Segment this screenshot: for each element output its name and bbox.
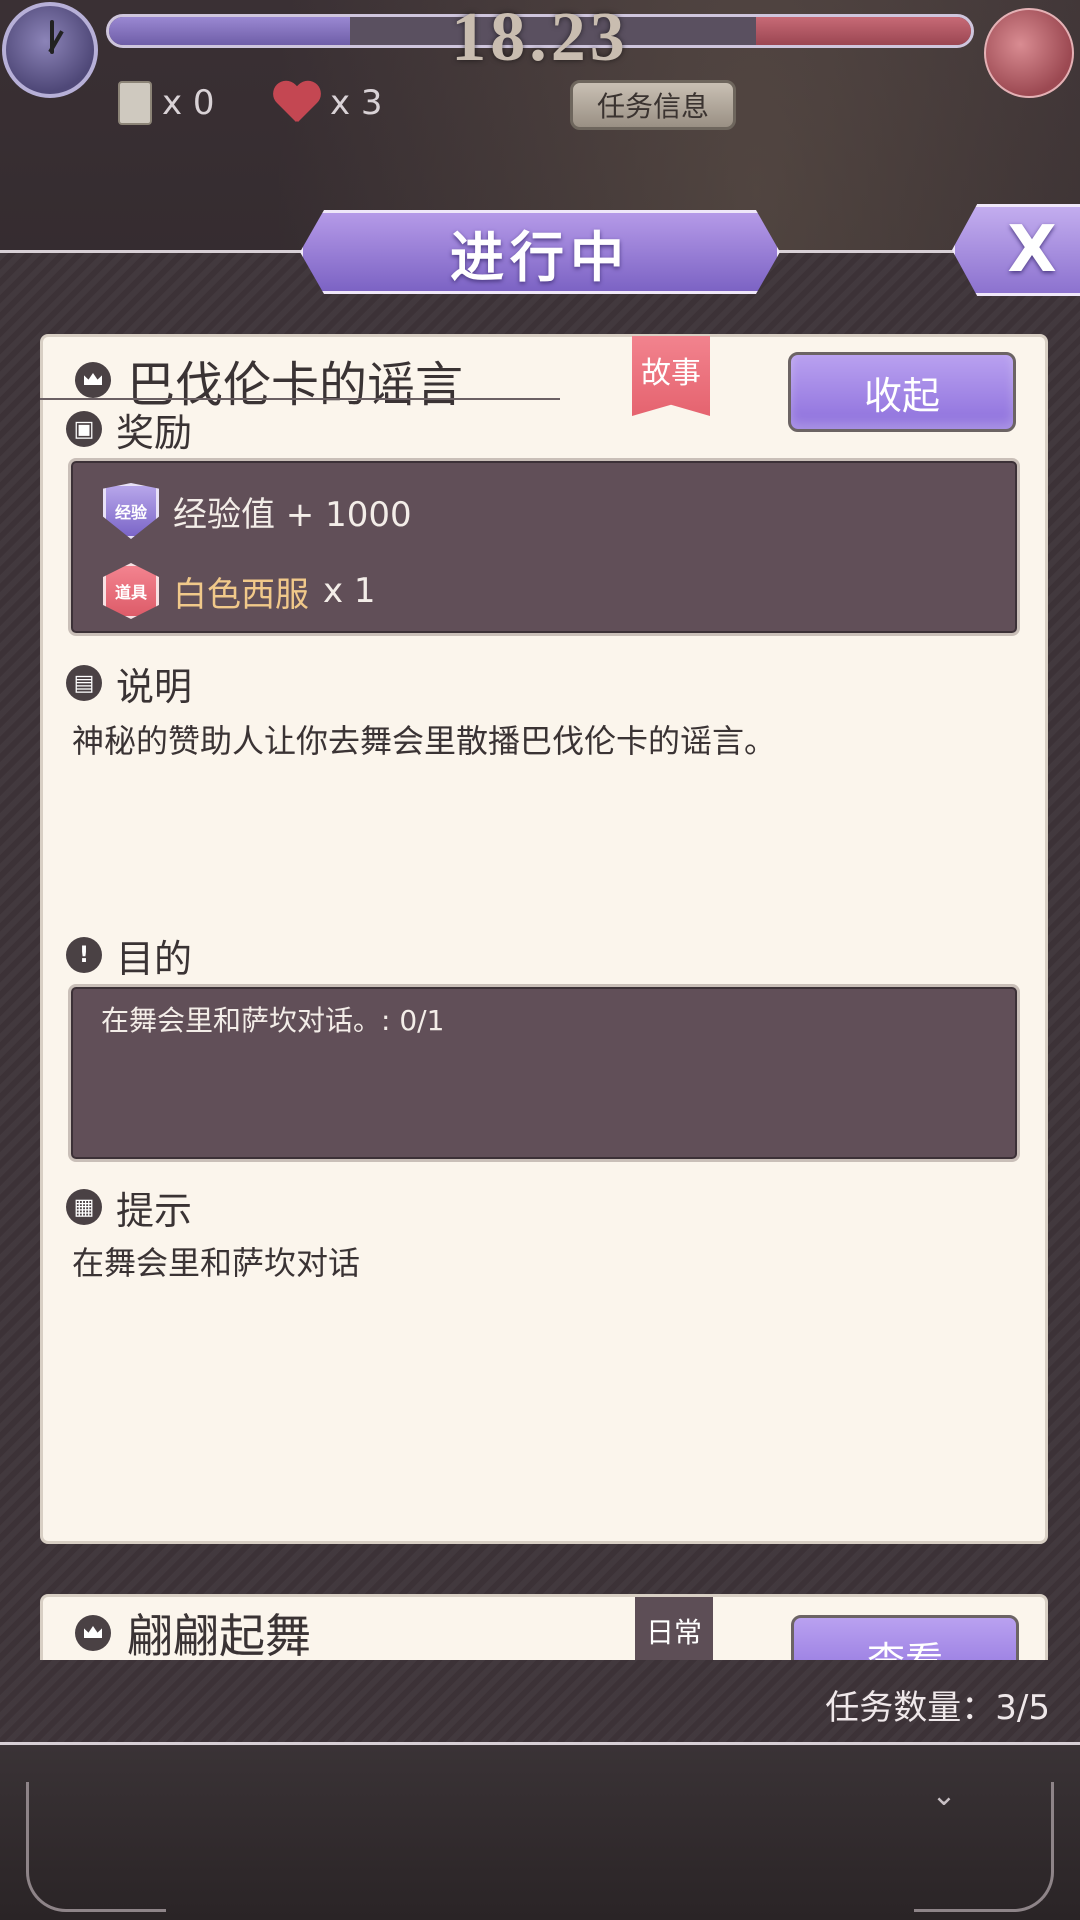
- objective-heading-label: 目的: [116, 936, 193, 981]
- note-icon: ▦: [66, 1189, 102, 1225]
- book-icon: ▤: [66, 665, 102, 701]
- description-heading-label: 说明: [116, 664, 193, 709]
- scroll-counter: x 0: [118, 80, 215, 126]
- progress-right-fill: [755, 17, 971, 45]
- close-button[interactable]: X: [952, 204, 1080, 296]
- reward-item-qty: x 1: [323, 571, 376, 611]
- reward-item-name: 白色西服: [173, 574, 309, 615]
- story-tag: 故事: [632, 336, 710, 416]
- scroll-icon: [118, 81, 152, 125]
- description-text: 神秘的赞助人让你去舞会里散播巴伐伦卡的谣言。: [72, 722, 777, 760]
- reward-box: 经验 经验值 + 1000 道具 白色西服 x 1: [68, 458, 1020, 636]
- heart-count: x 3: [330, 83, 383, 123]
- rose-icon: [984, 8, 1074, 98]
- title-underline: [40, 398, 560, 400]
- reward-heading-label: 奖励: [116, 410, 193, 455]
- reward-item[interactable]: 道具 白色西服 x 1: [103, 563, 376, 619]
- ornament-bottom-left: [26, 1782, 166, 1912]
- quest-card-2[interactable]: 翩翩起舞 日常 查看: [40, 1594, 1048, 1660]
- item-badge-icon: 道具: [103, 563, 159, 619]
- heart-icon: [272, 82, 320, 124]
- task-info-button[interactable]: 任务信息: [570, 80, 736, 130]
- time-display: 18.23: [451, 0, 629, 76]
- description-heading: ▤ 说明: [66, 658, 193, 709]
- quest2-title-row: 翩翩起舞: [75, 1603, 311, 1660]
- progress-left-fill: [109, 17, 351, 45]
- hint-text: 在舞会里和萨坎对话: [72, 1244, 361, 1282]
- crown-icon: [75, 1615, 111, 1651]
- ornament-bottom-right: [914, 1782, 1054, 1912]
- daily-tag: 日常: [635, 1597, 713, 1660]
- hint-heading-label: 提示: [116, 1188, 193, 1233]
- objective-text: 在舞会里和萨坎对话。: 0/1: [101, 1004, 445, 1037]
- collapse-button[interactable]: 收起: [788, 352, 1016, 432]
- scroll-count: x 0: [162, 83, 215, 123]
- heart-counter: x 3: [272, 80, 383, 126]
- quest2-title: 翩翩起舞: [127, 1609, 311, 1660]
- reward-exp: 经验 经验值 + 1000: [103, 483, 412, 539]
- reward-exp-text: 经验值 + 1000: [173, 494, 412, 535]
- crown-icon: [75, 362, 111, 398]
- exclamation-icon: !: [66, 937, 102, 973]
- objective-heading: ! 目的: [66, 930, 193, 981]
- hint-heading: ▦ 提示: [66, 1182, 193, 1233]
- exp-badge-icon: 经验: [103, 483, 159, 539]
- reward-heading: ▣ 奖励: [66, 404, 193, 455]
- clock-icon: [2, 2, 98, 98]
- gift-icon: ▣: [66, 411, 102, 447]
- view-button[interactable]: 查看: [791, 1615, 1019, 1660]
- task-count: 任务数量：3/5: [825, 1688, 1050, 1728]
- objective-box: 在舞会里和萨坎对话。: 0/1: [68, 984, 1020, 1162]
- panel-title: 进行中: [300, 210, 780, 294]
- close-icon: X: [1007, 213, 1057, 287]
